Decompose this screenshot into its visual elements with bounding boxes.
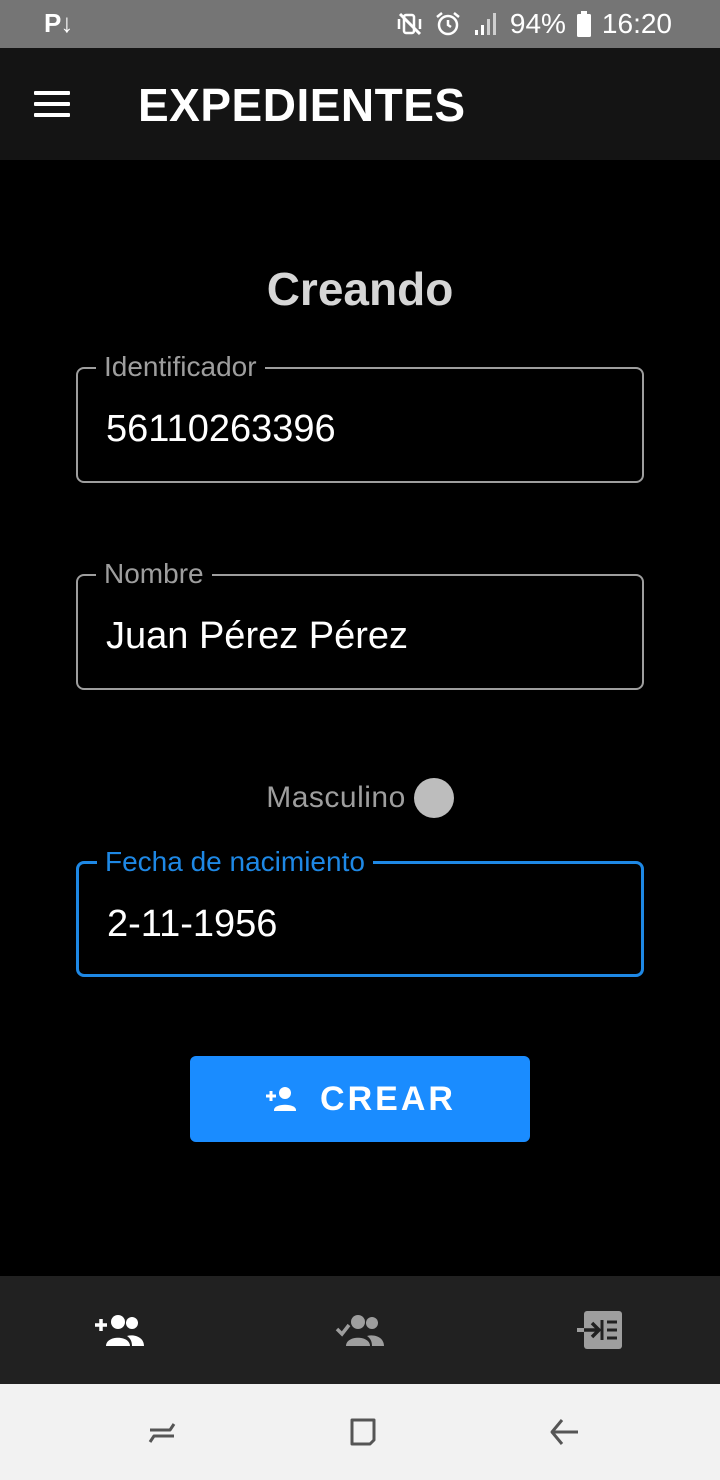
fecha-nacimiento-value[interactable]: 2-11-1956	[107, 900, 277, 948]
notification-icon: P↓	[44, 8, 73, 38]
nombre-label: Nombre	[96, 556, 212, 592]
gender-label: Masculino	[266, 781, 406, 814]
identificador-field[interactable]: Identificador 56110263396	[76, 349, 644, 483]
signal-icon	[474, 13, 496, 35]
status-bar: P↓ 94% 16:20	[0, 0, 720, 48]
alarm-icon	[436, 12, 460, 36]
hamburger-menu-icon[interactable]	[26, 80, 78, 128]
nav-item-lista[interactable]	[320, 1298, 400, 1362]
back-button[interactable]	[540, 1408, 588, 1456]
home-icon	[350, 1418, 376, 1446]
group-check-icon	[335, 1315, 384, 1346]
recents-button[interactable]	[138, 1408, 186, 1456]
identificador-label: Identificador	[96, 349, 265, 385]
page-heading: Creando	[266, 263, 454, 315]
recents-icon	[148, 1423, 176, 1443]
nombre-value[interactable]: Juan Pérez Pérez	[106, 612, 408, 660]
fecha-nacimiento-field[interactable]: Fecha de nacimiento 2-11-1956	[76, 844, 644, 977]
status-icons: 94% 16:20	[396, 6, 672, 42]
nav-item-crear[interactable]	[80, 1298, 160, 1362]
back-icon	[550, 1419, 578, 1445]
battery-icon	[576, 11, 591, 37]
nombre-field[interactable]: Nombre Juan Pérez Pérez	[76, 556, 644, 690]
bottom-nav	[0, 1276, 720, 1384]
person-add-icon	[266, 1087, 297, 1111]
nav-item-ingresar[interactable]	[560, 1298, 640, 1362]
mute-vibrate-icon	[397, 12, 422, 36]
login-list-icon	[577, 1311, 622, 1349]
battery-percent: 94%	[509, 8, 566, 39]
group-add-icon	[95, 1315, 144, 1346]
gender-radio[interactable]	[413, 778, 454, 818]
crear-button-label: CREAR	[320, 1079, 456, 1118]
home-button[interactable]	[338, 1408, 386, 1456]
fecha-nacimiento-label: Fecha de nacimiento	[97, 844, 373, 880]
gender-toggle[interactable]: Masculino	[0, 778, 720, 818]
app-bar: EXPEDIENTES	[0, 48, 720, 160]
crear-button[interactable]: CREAR	[190, 1056, 530, 1142]
app-title: EXPEDIENTES	[138, 79, 466, 131]
identificador-value[interactable]: 56110263396	[106, 405, 336, 453]
clock: 16:20	[601, 8, 672, 39]
system-nav-bar	[0, 1384, 720, 1480]
